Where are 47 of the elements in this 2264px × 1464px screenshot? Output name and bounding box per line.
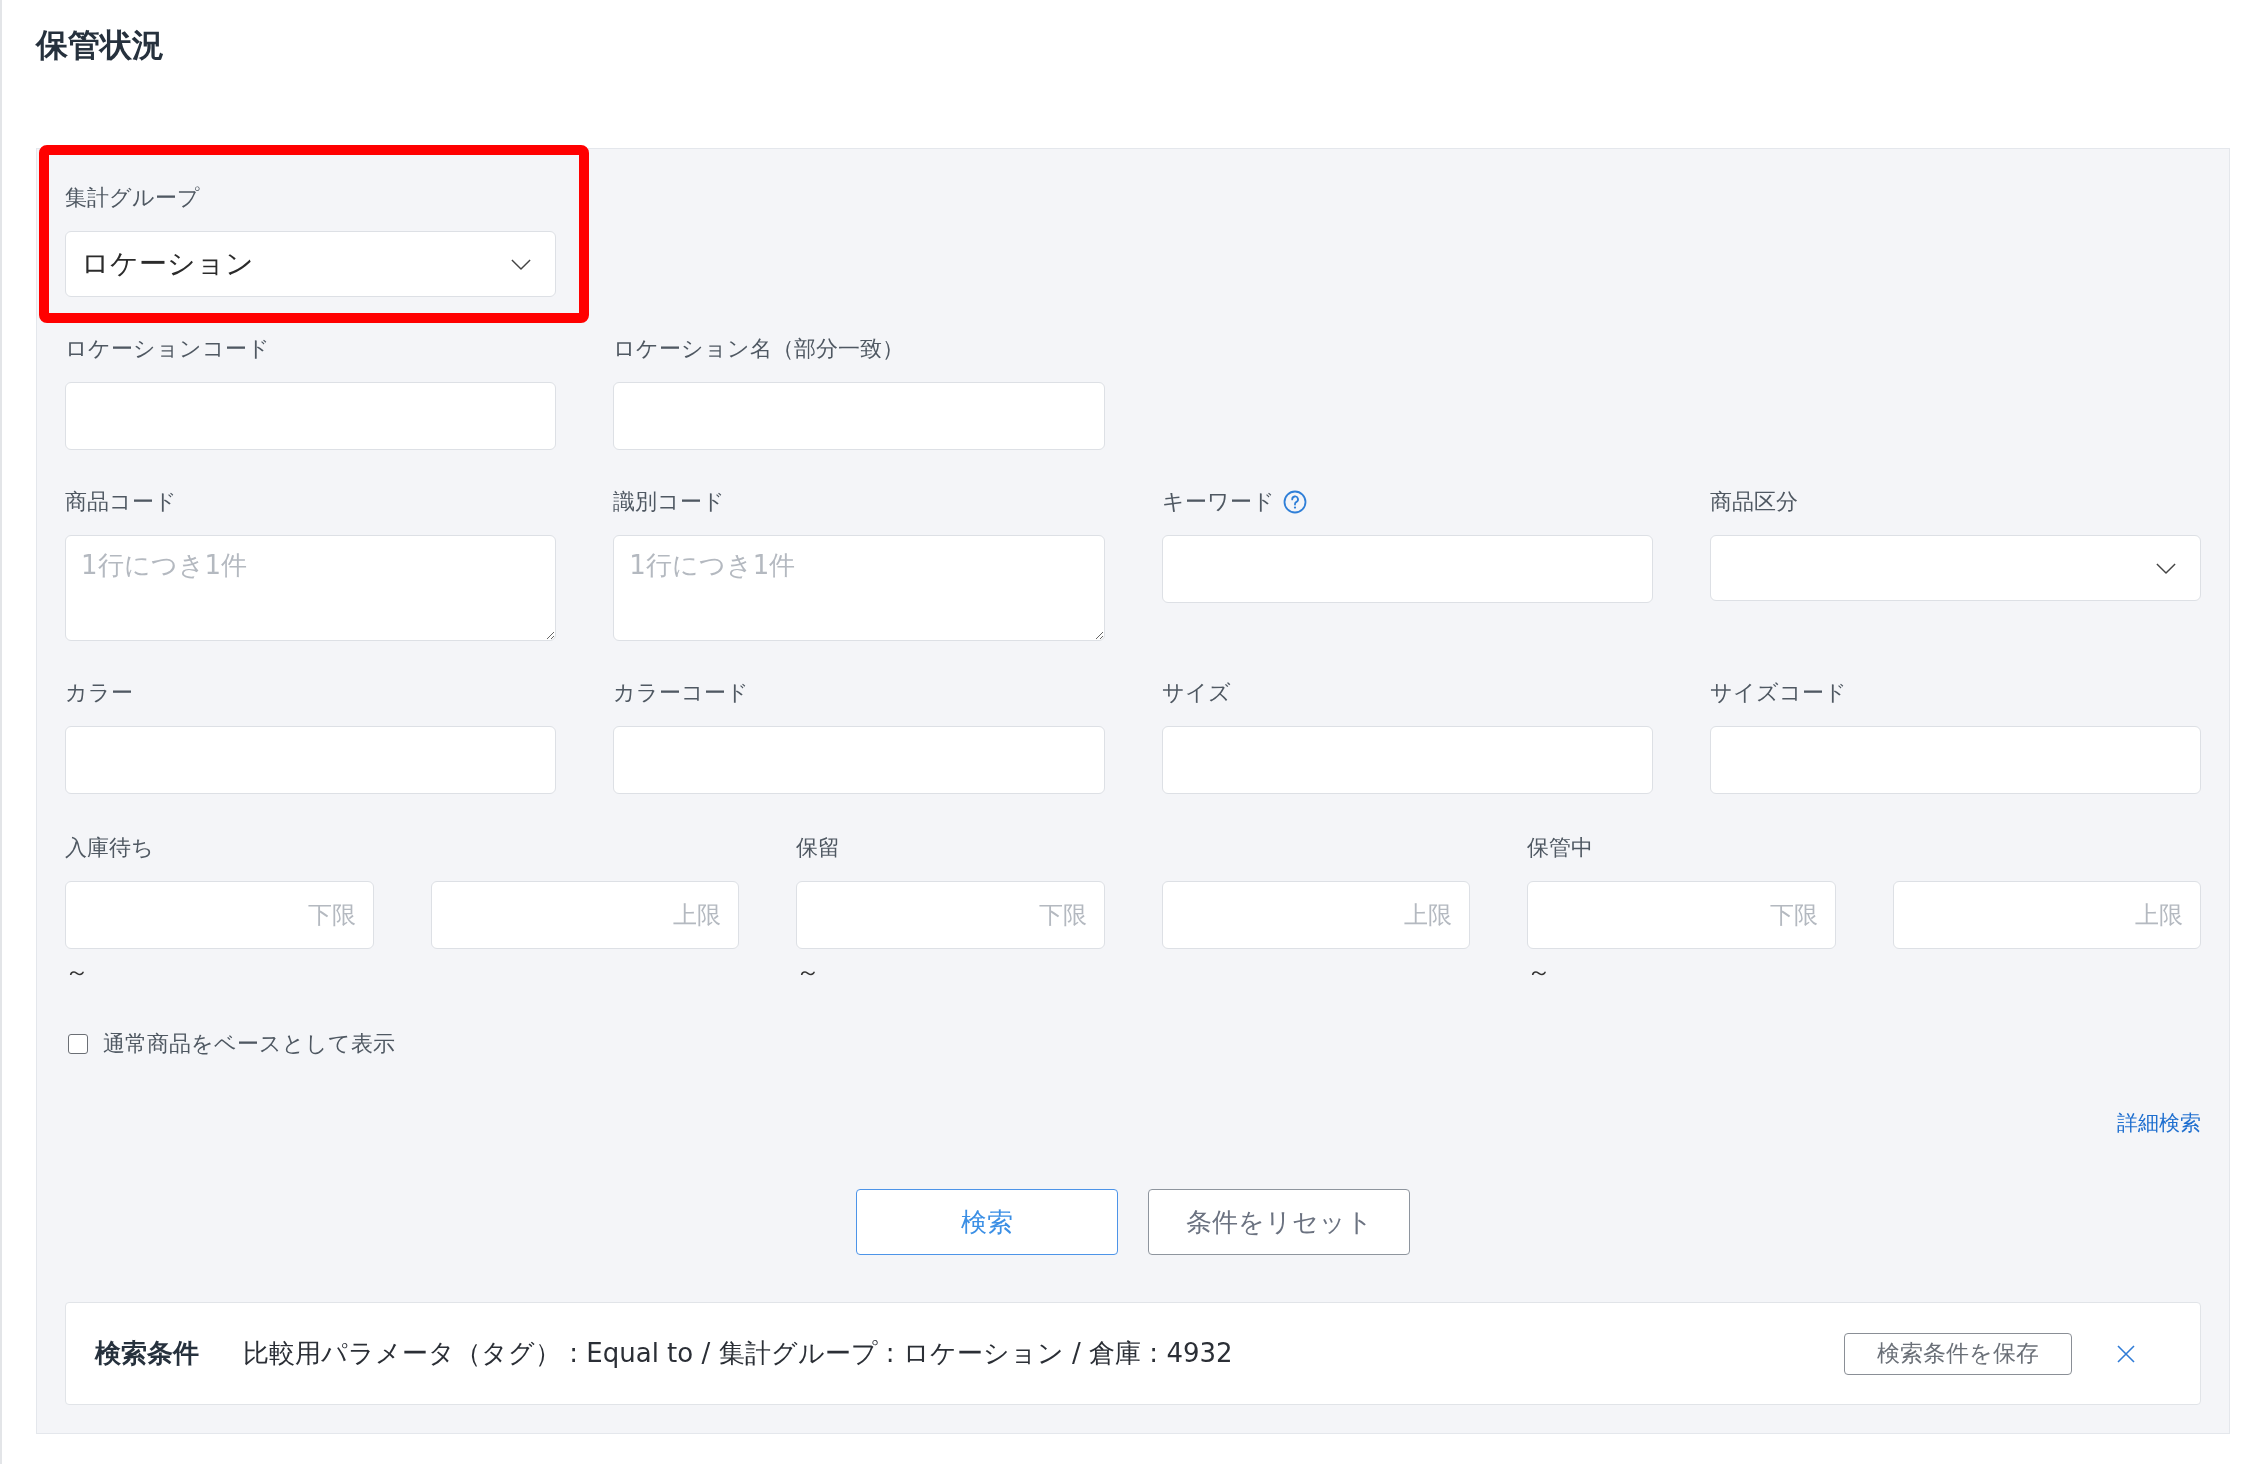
reset-button[interactable]: 条件をリセット [1148,1189,1410,1255]
search-button[interactable]: 検索 [856,1189,1118,1255]
conditions-heading: 検索条件 [95,1337,199,1370]
min-input-field[interactable]: 下限 [65,881,374,949]
chevron-down-icon [511,258,532,270]
field-label: サイズコード [1709,679,1847,707]
input-field[interactable] [613,726,1105,794]
max-input-field[interactable]: 上限 [1892,881,2201,949]
input-field[interactable] [1161,535,1653,603]
conditions-text: 比較用パラメータ（タグ） : Equal to / 集計グループ : ロケーション / 倉庫 : 4932 [243,1337,1233,1370]
field-label: サイズ [1161,679,1231,707]
min-input-field[interactable]: 下限 [1527,881,1836,949]
textarea-field[interactable]: 1行につき1件 [65,535,557,641]
field-label: ロケーションコード [65,335,270,363]
checkbox-label[interactable]: 通常商品をベースとして表示 [103,1027,395,1061]
input-field[interactable] [1161,726,1653,794]
dropdown[interactable]: ロケーション [65,231,557,297]
field-label: 保留 [796,834,840,862]
dropdown[interactable] [1709,535,2201,601]
max-input-field[interactable]: 上限 [430,881,739,949]
page-title: 保管状況 [36,25,164,65]
min-input-field[interactable]: 下限 [796,881,1105,949]
checkbox[interactable] [68,1034,88,1054]
field-label: 集計グループ [65,184,200,212]
field-label: 商品コード [65,488,177,516]
max-input-field[interactable]: 上限 [1161,881,1470,949]
range-separator: ～ [65,957,89,987]
input-field[interactable] [65,382,557,450]
field-label: 保管中 [1527,834,1593,862]
field-label: キーワード [1161,488,1275,516]
input-field[interactable] [65,726,557,794]
field-label: 入庫待ち [65,834,154,862]
field-label: 商品区分 [1709,488,1798,516]
field-label: カラー [65,679,133,707]
textarea-field[interactable]: 1行につき1件 [613,535,1105,641]
input-field[interactable] [1709,726,2201,794]
field-label: ロケーション名（部分一致） [613,335,905,363]
field-label: 識別コード [613,488,726,516]
range-separator: ～ [1527,957,1551,987]
help-icon[interactable] [1282,490,1307,514]
chevron-down-icon [2156,562,2176,574]
advanced-search-link[interactable]: 詳細検索 [2117,1106,2201,1140]
field-label: カラーコード [613,679,750,707]
save-conditions-button[interactable]: 検索条件を保存 [1844,1332,2072,1375]
input-field[interactable] [613,382,1105,450]
close-icon[interactable] [2116,1343,2136,1364]
range-separator: ～ [796,957,820,987]
